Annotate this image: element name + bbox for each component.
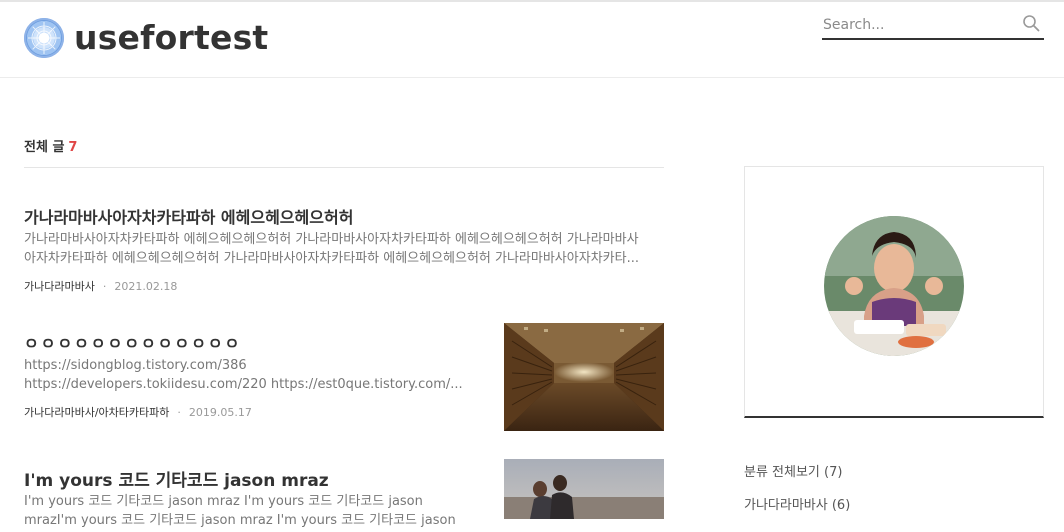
search-box (822, 12, 1044, 40)
search-input[interactable] (822, 12, 1012, 38)
post-list-heading: 전체 글7 (24, 136, 77, 155)
logo-pattern (28, 22, 60, 54)
meta-separator: · (102, 280, 107, 293)
post-item[interactable]: 가나라마바사아자차카타파하 에헤으헤으헤으허허 가나라마바사아자차카타파하 에헤… (24, 204, 664, 300)
post-category[interactable]: 가나다라마바사 (24, 280, 95, 293)
post-item[interactable]: I'm yours 코드 기타코드 jason mraz I'm yours 코… (24, 459, 664, 528)
meta-separator: · (177, 406, 181, 419)
post-list-heading-label: 전체 글 (24, 140, 65, 155)
category-list: 분류 전체보기 (7) 가나다라마바사 (6) (744, 464, 1044, 530)
post-excerpt: 가나라마바사아자차카타파하 에헤으헤으헤으허허 가나라마바사아자차카타파하 에헤… (24, 232, 639, 266)
post-date: 2019.05.17 (188, 406, 252, 419)
post-title[interactable]: ㅇㅇㅇㅇㅇㅇㅇㅇㅇㅇㅇㅇㅇ (24, 330, 241, 354)
post-meta: 가나다라마바사/아차타카타파하 · 2019.05.17 (24, 404, 252, 420)
post-meta: 가나다라마바사 · 2021.02.18 (24, 278, 177, 294)
post-excerpt: https://sidongblog.tistory.com/386 https… (24, 358, 463, 392)
post-category[interactable]: 가나다라마바사/아차타카타파하 (24, 406, 169, 419)
blog-title[interactable]: usefortest (74, 18, 268, 58)
library-hall-image (504, 323, 664, 431)
profile-photo-image (824, 216, 964, 356)
category-item[interactable]: 가나다라마바사 (6) (744, 497, 1044, 530)
blog-header: usefortest (0, 2, 1064, 78)
profile-avatar[interactable] (824, 216, 964, 356)
category-all[interactable]: 분류 전체보기 (7) (744, 464, 1044, 497)
profile-card (744, 166, 1044, 418)
post-date: 2021.02.18 (114, 280, 178, 293)
post-thumbnail[interactable] (504, 323, 664, 431)
post-thumbnail[interactable] (504, 459, 664, 519)
couple-photo-image (504, 459, 664, 519)
post-title[interactable]: 가나라마바사아자차카타파하 에헤으헤으헤으허허 (24, 204, 353, 228)
post-count: 7 (68, 140, 78, 155)
divider (24, 167, 664, 168)
post-title[interactable]: I'm yours 코드 기타코드 jason mraz (24, 466, 329, 491)
post-item[interactable]: ㅇㅇㅇㅇㅇㅇㅇㅇㅇㅇㅇㅇㅇ https://sidongblog.tistory… (24, 323, 664, 438)
post-excerpt: I'm yours 코드 기타코드 jason mraz I'm yours 코… (24, 494, 456, 528)
blog-logo-icon[interactable] (24, 18, 64, 58)
search-icon[interactable] (1022, 14, 1040, 32)
